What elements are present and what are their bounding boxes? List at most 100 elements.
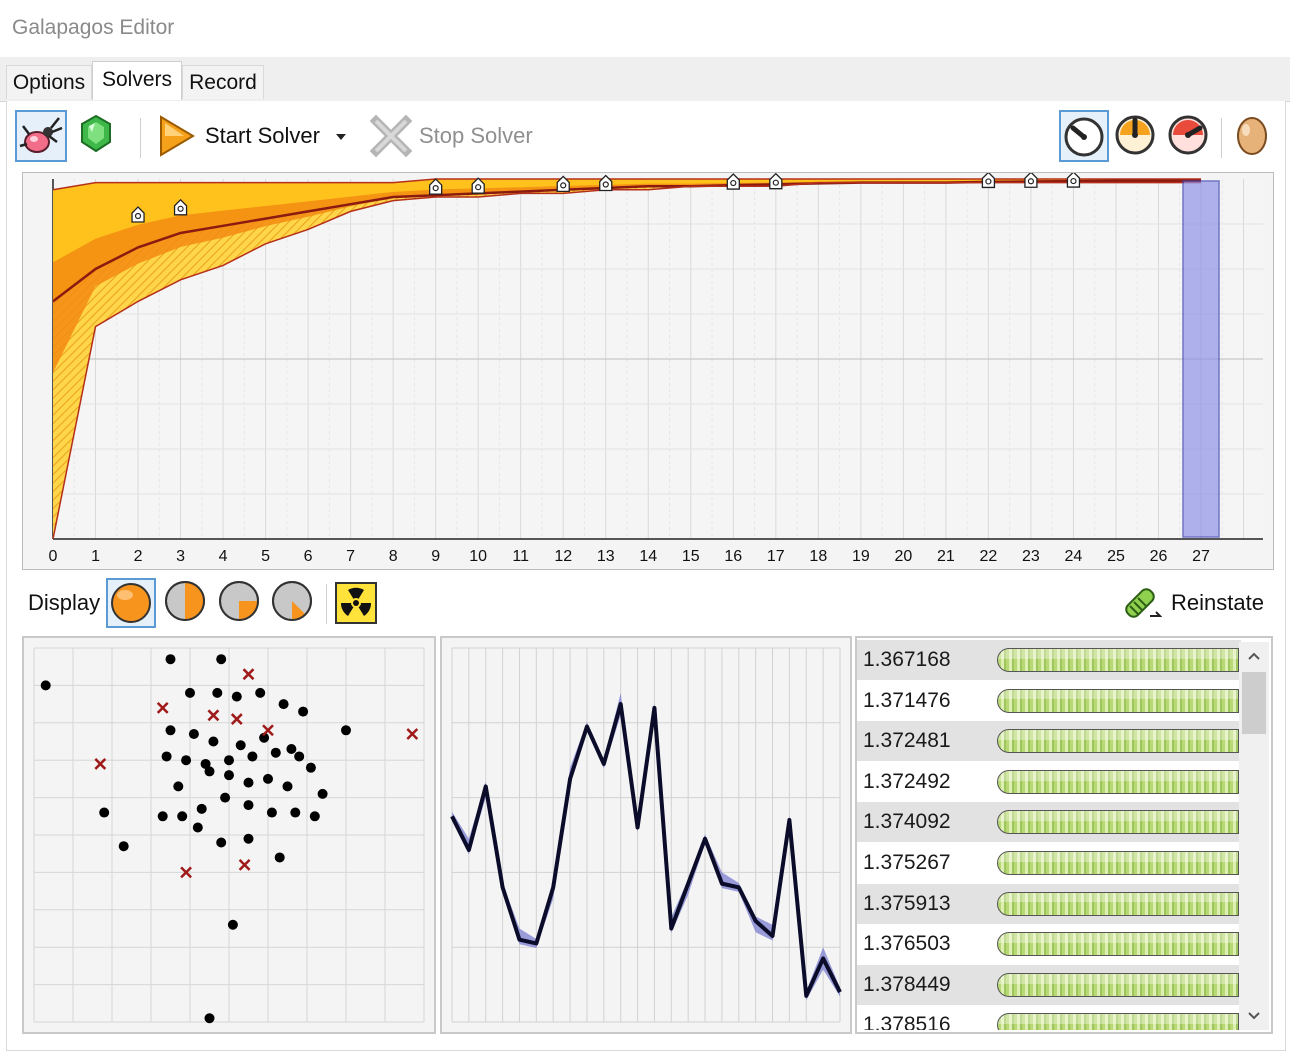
fitness-value: 1.378449 <box>863 972 951 996</box>
results-scrollbar[interactable] <box>1239 642 1269 1030</box>
egg-button[interactable] <box>1232 110 1276 162</box>
x-tick-label: 12 <box>554 548 572 565</box>
stop-solver-button[interactable]: Stop Solver <box>368 110 540 162</box>
x-tick-label: 6 <box>304 548 313 565</box>
circle-eighth-icon <box>272 581 312 621</box>
scroll-up-icon[interactable] <box>1248 652 1260 660</box>
bug-icon <box>19 117 63 153</box>
genome-dot <box>290 807 301 818</box>
solver-toolbar: Start Solver Stop Solver <box>6 104 1286 170</box>
current-generation-bar <box>1182 180 1220 538</box>
tab-solvers[interactable]: Solvers <box>92 61 182 100</box>
genome-dot <box>216 837 227 848</box>
fitness-value: 1.374092 <box>863 810 951 834</box>
tab-options[interactable]: Options <box>6 65 92 99</box>
display-quarter-button[interactable] <box>216 578 264 628</box>
circle-full-icon <box>111 583 151 623</box>
tab-strip: Options Solvers Record <box>0 57 1290 102</box>
tab-record[interactable]: Record <box>182 65 264 99</box>
play-icon <box>160 115 195 157</box>
gauge-slow-icon <box>1064 117 1104 157</box>
display-full-button[interactable] <box>106 578 156 628</box>
result-row[interactable]: 1.372481 <box>857 721 1241 762</box>
chevron-down-icon[interactable] <box>336 134 346 140</box>
annealing-solver-button[interactable] <box>72 110 124 162</box>
genome-dot <box>235 740 246 751</box>
genome-dot <box>282 781 293 792</box>
scroll-thumb[interactable] <box>1242 672 1266 734</box>
mutant-cross <box>156 701 169 714</box>
display-half-button[interactable] <box>162 578 210 628</box>
speed-slow-button[interactable] <box>1059 110 1109 162</box>
fitness-bar <box>997 932 1239 957</box>
result-row[interactable]: 1.372492 <box>857 761 1241 802</box>
population-scatter-panel <box>22 636 436 1034</box>
display-label: Display <box>28 590 101 615</box>
genome-dot <box>266 807 277 818</box>
best-genome-marker[interactable] <box>981 171 996 189</box>
fitness-bar <box>997 972 1239 997</box>
scroll-down-icon[interactable] <box>1248 1012 1260 1020</box>
fitness-value: 1.371476 <box>863 688 951 712</box>
result-row[interactable]: 1.375913 <box>857 883 1241 924</box>
x-tick-label: 22 <box>980 548 998 565</box>
best-genome-marker[interactable] <box>1024 171 1038 188</box>
speed-medium-button[interactable] <box>1112 110 1162 162</box>
start-solver-button[interactable]: Start Solver <box>154 110 348 162</box>
genome-dot <box>231 691 242 702</box>
fitness-bar <box>997 648 1239 672</box>
genome-line-panel <box>440 636 852 1034</box>
gem-icon <box>81 114 111 153</box>
genome-dot <box>173 781 184 792</box>
x-tick-label: 14 <box>639 548 657 565</box>
fitness-value: 1.375267 <box>863 851 951 874</box>
x-tick-label: 3 <box>176 548 185 565</box>
fitness-value: 1.372481 <box>863 729 951 753</box>
result-row[interactable]: 1.371476 <box>857 680 1241 721</box>
gauge-medium-icon <box>1115 115 1155 155</box>
genome-dot <box>204 766 215 777</box>
speed-fast-button[interactable] <box>1165 110 1215 162</box>
x-tick-label: 17 <box>767 548 785 565</box>
x-tick-label: 8 <box>389 548 398 565</box>
radiation-button[interactable] <box>335 582 377 624</box>
result-row[interactable]: 1.378449 <box>857 964 1241 1005</box>
genome-dot <box>298 706 309 717</box>
result-row[interactable]: 1.367168 <box>857 640 1241 680</box>
display-eighth-button[interactable] <box>269 578 317 628</box>
toolbar-separator <box>1221 118 1222 158</box>
genome-dot <box>185 687 195 698</box>
genome-line <box>450 702 842 998</box>
results-list-panel[interactable]: 1.367168 1.371476 1.372481 1.372492 1.374092… <box>855 636 1273 1034</box>
result-row[interactable]: 1.375267 <box>857 843 1241 883</box>
genome-dot <box>220 792 231 803</box>
display-bar: Display Reinstate <box>6 572 1286 634</box>
genome-dot <box>243 777 254 788</box>
x-tick-label: 11 <box>512 548 529 565</box>
genome-dot <box>224 755 234 766</box>
x-tick-label: 7 <box>346 548 355 565</box>
genome-dot <box>263 773 273 784</box>
genome-dot <box>212 687 223 698</box>
evolutionary-solver-button[interactable] <box>15 110 67 162</box>
genome-dot <box>157 811 168 822</box>
fitness-bar <box>997 1013 1239 1030</box>
best-genome-marker[interactable] <box>726 173 740 190</box>
best-genome-marker[interactable] <box>769 172 783 190</box>
result-row[interactable]: 1.374092 <box>857 802 1241 843</box>
fitness-bar <box>997 810 1239 835</box>
mutant-cross <box>238 859 251 871</box>
circle-quarter-icon <box>219 581 259 621</box>
best-genome-marker[interactable] <box>599 174 613 192</box>
egg-icon <box>1237 117 1267 155</box>
reinstate-button[interactable]: Reinstate <box>1116 578 1266 628</box>
genome-dot <box>317 788 328 799</box>
genome-dot <box>309 811 320 822</box>
x-tick-label: 23 <box>1022 548 1040 565</box>
best-genome-marker[interactable] <box>1066 171 1081 188</box>
genome-dot <box>305 762 316 773</box>
result-row[interactable]: 1.376503 <box>857 924 1241 965</box>
result-row[interactable]: 1.378516 <box>857 1005 1241 1030</box>
fitness-value: 1.378516 <box>863 1013 951 1030</box>
radiation-icon <box>335 582 377 624</box>
